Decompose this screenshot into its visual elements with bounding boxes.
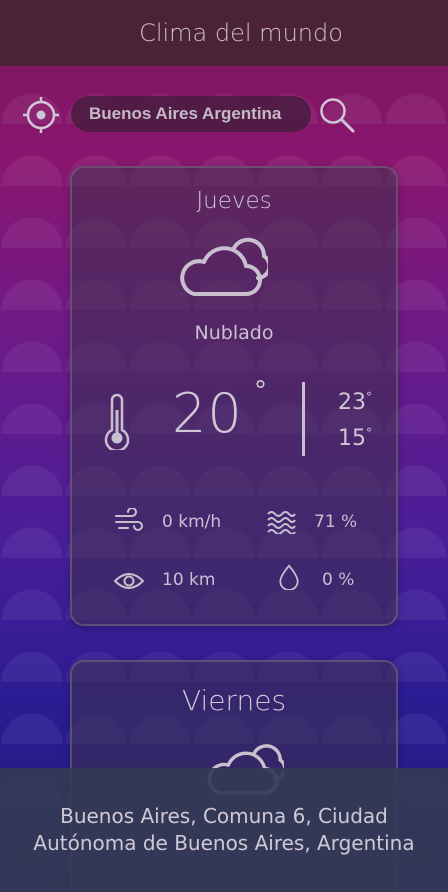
eye-icon (114, 573, 144, 589)
wind-icon (115, 508, 143, 531)
location-label: Buenos Aires, Comuna 6, Ciudad Autónoma … (33, 804, 415, 855)
day-label: Jueves (196, 188, 272, 214)
precipitation-value: 0 % (322, 570, 355, 590)
max-temperature: 23° (338, 390, 372, 415)
search-input[interactable]: Buenos Aires Argentina (71, 96, 311, 132)
app-title: Clima del mundo (139, 19, 343, 47)
app-header: Clima del mundo (0, 0, 448, 66)
crosshair-icon[interactable] (22, 96, 60, 134)
day-label: Viernes (181, 684, 287, 717)
thermometer-icon (104, 393, 130, 450)
cloud-icon (180, 237, 268, 296)
current-temperature: 20 (172, 382, 243, 445)
wind-value: 0 km/h (162, 512, 222, 532)
raindrop-icon (279, 564, 299, 590)
location-footer: Buenos Aires, Comuna 6, Ciudad Autónoma … (0, 768, 448, 892)
min-temperature: 15° (338, 426, 372, 451)
temperature-unit: ° (254, 376, 267, 406)
forecast-card: Jueves Nublado 20 ° 23° 15° 0 km/h 71 % … (70, 166, 398, 626)
temperature-divider (302, 382, 305, 456)
condition-label: Nublado (194, 322, 274, 344)
magnifier-icon[interactable] (318, 96, 356, 134)
humidity-waves-icon (267, 511, 296, 534)
search-row: Buenos Aires Argentina (0, 94, 448, 136)
visibility-value: 10 km (162, 570, 216, 590)
humidity-value: 71 % (314, 512, 358, 532)
